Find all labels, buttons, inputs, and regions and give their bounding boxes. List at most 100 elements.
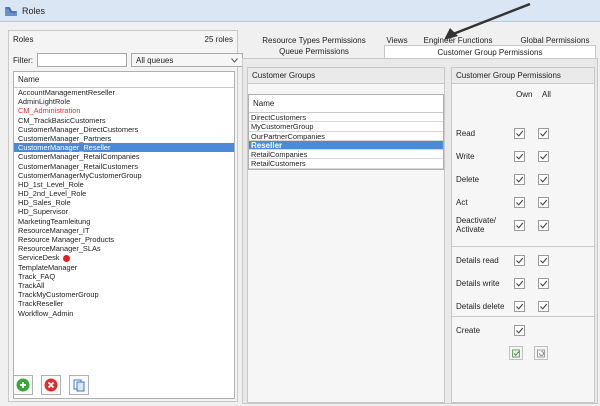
role-list-item[interactable]: HD_2nd_Level_Role	[14, 189, 234, 198]
permission-checkbox[interactable]	[514, 278, 525, 289]
tab-queue-permissions[interactable]: Queue Permissions	[248, 47, 380, 56]
role-list-item[interactable]: CustomerManager_Partners	[14, 134, 234, 143]
permission-label: Details read	[456, 256, 499, 265]
role-list-item[interactable]: Workflow_Admin	[14, 309, 234, 318]
role-list-item[interactable]: CM_TrackBasicCustomers	[14, 116, 234, 125]
checkmark-icon	[540, 257, 548, 264]
role-list-item[interactable]: HD_1st_Level_Role	[14, 180, 234, 189]
role-name: ResourceManager_IT	[18, 225, 90, 235]
role-list-item[interactable]: TrackReseller	[14, 299, 234, 308]
permission-label: Details delete	[456, 302, 505, 311]
role-name: ResourceManager_SLAs	[18, 244, 101, 254]
customer-groups-items: DirectCustomers MyCustomerGroup OurPartner…	[249, 113, 443, 169]
role-list-item[interactable]: ResourceManager_SLAs	[14, 244, 234, 253]
permission-checkbox[interactable]	[514, 220, 525, 231]
permission-checkbox[interactable]	[514, 174, 525, 185]
queue-select-value: All queues	[136, 55, 174, 65]
permission-checkbox[interactable]	[538, 151, 549, 162]
permission-checkbox[interactable]	[514, 151, 525, 162]
permission-checkbox[interactable]	[514, 255, 525, 266]
queue-select[interactable]: All queues	[131, 53, 243, 67]
role-list-item[interactable]: HD_Sales_Role	[14, 198, 234, 207]
permissions-header: Customer Group Permissions	[452, 68, 594, 84]
role-list-item[interactable]: TrackAll	[14, 281, 234, 290]
checkmark-icon	[540, 303, 548, 310]
permission-checkbox[interactable]	[538, 278, 549, 289]
role-list-item[interactable]: CM_Administration	[14, 106, 234, 115]
add-icon	[16, 378, 30, 392]
copy-role-button[interactable]	[69, 375, 89, 395]
role-list-item[interactable]: AdminLightRole	[14, 97, 234, 106]
permission-checkbox[interactable]	[538, 174, 549, 185]
customer-groups-list[interactable]: Name DirectCustomers MyCustomerGroup OurPa…	[248, 94, 444, 170]
role-name: TrackAll	[18, 280, 45, 290]
role-list-item[interactable]: CustomerManagerMyCustomerGroup	[14, 171, 234, 180]
customer-groups-panel: Customer Groups Name DirectCustomers MyCu…	[247, 67, 445, 403]
permission-label: Read	[456, 129, 476, 138]
roles-panel-header: Roles 25 roles	[9, 31, 237, 47]
permission-label: Details write	[456, 279, 500, 288]
permission-checkbox[interactable]	[514, 301, 525, 312]
customer-group-item[interactable]: RetailCustomers	[249, 159, 443, 169]
permission-checkbox[interactable]	[514, 325, 525, 336]
checkmark-icon	[540, 199, 548, 206]
customer-group-item[interactable]: MyCustomerGroup	[249, 122, 443, 132]
permission-checkbox[interactable]	[514, 197, 525, 208]
apply-button[interactable]	[509, 346, 523, 360]
customer-group-item[interactable]: OurPartnerCompanies	[249, 132, 443, 141]
chevron-down-icon	[231, 56, 238, 65]
checkmark-icon	[516, 222, 524, 229]
role-name: CM_Administration	[18, 106, 81, 116]
role-list-item[interactable]: TrackMyCustomerGroup	[14, 290, 234, 299]
permission-checkbox[interactable]	[514, 128, 525, 139]
role-list-item[interactable]: CustomerManager_RetailCompanies	[14, 152, 234, 161]
role-name: CustomerManager_RetailCustomers	[18, 161, 138, 171]
permission-checkbox[interactable]	[538, 128, 549, 139]
role-name: CustomerManager_Partners	[18, 133, 112, 143]
role-list-item[interactable]: ServiceDesk	[14, 253, 234, 262]
role-name: HD_Supervisor	[18, 207, 69, 217]
role-list-item[interactable]: AccountManagementReseller	[14, 88, 234, 97]
copy-icon	[73, 379, 85, 392]
reset-button[interactable]	[534, 346, 548, 360]
section-divider	[452, 316, 594, 317]
role-list-item[interactable]: CustomerManager_Reseller	[14, 143, 234, 153]
role-list-item[interactable]: HD_Supervisor	[14, 207, 234, 216]
permission-checkbox[interactable]	[538, 197, 549, 208]
filter-label: Filter:	[13, 55, 33, 65]
customer-group-item[interactable]: Reseller	[249, 140, 443, 151]
role-list-item[interactable]: CustomerManager_RetailCustomers	[14, 162, 234, 171]
role-list-item[interactable]: MarketingTeamleitung	[14, 217, 234, 226]
role-list-item[interactable]: Track_FAQ	[14, 272, 234, 281]
permission-checkbox[interactable]	[538, 255, 549, 266]
delete-role-button[interactable]	[41, 375, 61, 395]
roles-items: AccountManagementReseller AdminLightRole C…	[14, 88, 234, 318]
role-name: Resource Manager_Products	[18, 235, 115, 244]
customer-group-permissions-panel: Customer Group Permissions Own All Read W…	[451, 67, 595, 403]
checkmark-icon	[540, 153, 548, 160]
tab-views[interactable]: Views	[380, 36, 414, 45]
roles-list[interactable]: Name AccountManagementReseller AdminLight…	[13, 71, 235, 399]
permission-checkbox[interactable]	[538, 220, 549, 231]
filter-input[interactable]	[37, 53, 127, 67]
delete-icon	[44, 378, 58, 392]
role-list-item[interactable]: CustomerManager_DirectCustomers	[14, 125, 234, 134]
tab-resource-types-permissions[interactable]: Resource Types Permissions	[248, 36, 380, 45]
customer-group-item[interactable]: RetailCompanies	[249, 150, 443, 160]
role-list-item[interactable]: Resource Manager_Products	[14, 235, 234, 244]
role-name: AdminLightRole	[18, 97, 71, 107]
checkmark-icon	[540, 280, 548, 287]
role-name: TrackMyCustomerGroup	[18, 290, 99, 300]
role-list-item[interactable]: ResourceManager_IT	[14, 226, 234, 235]
role-name: CM_TrackBasicCustomers	[18, 115, 106, 125]
add-role-button[interactable]	[13, 375, 33, 395]
role-list-item[interactable]: TemplateManager	[14, 263, 234, 272]
permission-label: Deactivate/ Activate	[456, 216, 497, 234]
customer-group-item[interactable]: DirectCustomers	[249, 113, 443, 123]
roles-list-header[interactable]: Name	[14, 72, 234, 88]
role-name: ServiceDesk	[18, 253, 60, 263]
role-name: AccountManagementReseller	[18, 88, 115, 97]
role-name: CustomerManager_RetailCompanies	[18, 152, 140, 162]
permission-checkbox[interactable]	[538, 301, 549, 312]
customer-groups-name-header[interactable]: Name	[249, 95, 443, 113]
